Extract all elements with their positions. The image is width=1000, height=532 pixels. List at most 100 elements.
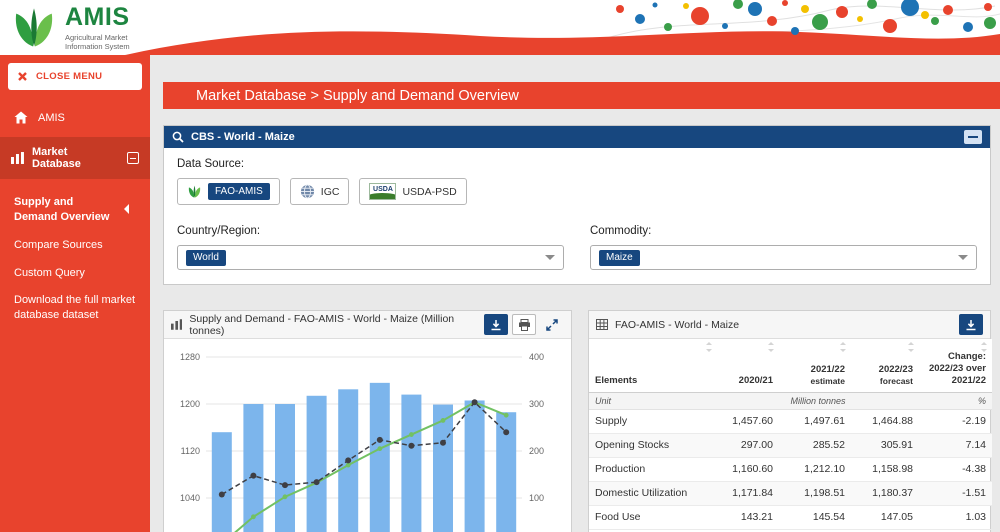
right-axis-tick: 200 [529, 446, 544, 456]
logo-subtitle-line2: Information System [65, 42, 130, 51]
source-button-fao-amis[interactable]: FAO-AMIS [177, 178, 280, 205]
table-card-buttons [959, 314, 983, 335]
expand-icon [546, 319, 558, 331]
column-header-change[interactable]: Change: 2022/23 over 2021/22 [919, 339, 992, 392]
chart-marker [377, 437, 383, 443]
chart-marker [440, 440, 446, 446]
value-cell: 1.03 [919, 505, 992, 529]
element-cell: Domestic Utilization [589, 481, 717, 505]
chart-bar [401, 395, 421, 532]
country-value-tag[interactable]: World [186, 250, 226, 266]
print-chart-button[interactable] [512, 314, 536, 335]
cbs-panel-header: CBS - World - Maize [164, 126, 990, 148]
country-field: Country/Region: World [177, 225, 564, 270]
data-source-label: Data Source: [177, 158, 977, 170]
chart-marker [503, 429, 509, 435]
column-header-2022-23[interactable]: 2022/23forecast [851, 339, 919, 392]
chart-bar [275, 404, 295, 532]
filter-fields: Country/Region: World Commodity: Maize [177, 225, 977, 270]
chart-bar [307, 396, 327, 532]
chart-bar [465, 400, 485, 532]
sort-icon [840, 342, 847, 352]
right-axis-tick: 100 [529, 493, 544, 503]
sidebar-item-custom-query[interactable]: Custom Query [14, 260, 142, 288]
table-card: FAO-AMIS - World - Maize Elem [588, 310, 991, 532]
supply-demand-overview-label: Supply and Demand Overview [14, 195, 118, 225]
top-header: AMIS Agricultural Market Information Sys… [0, 0, 1000, 55]
amis-logo: AMIS Agricultural Market Information Sys… [10, 5, 130, 52]
unit-percent: % [919, 392, 992, 409]
expand-chart-button[interactable] [540, 314, 564, 335]
source-button-igc[interactable]: IGC [290, 178, 350, 205]
chart-marker [251, 514, 256, 519]
chart-marker [345, 457, 351, 463]
table-row: Production1,160.601,212.101,158.98-4.38 [589, 457, 992, 481]
commodity-value-tag[interactable]: Maize [599, 250, 640, 266]
collapse-minus-icon[interactable] [127, 152, 139, 164]
country-label: Country/Region: [177, 225, 564, 237]
print-icon [518, 319, 531, 331]
download-chart-button[interactable] [484, 314, 508, 335]
search-icon [172, 131, 184, 143]
cbs-panel-title: CBS - World - Maize [191, 131, 295, 143]
element-cell: Supply [589, 409, 717, 433]
current-page-arrow-icon [124, 204, 129, 214]
right-axis-tick: 400 [529, 352, 544, 362]
usda-logo-swoosh [369, 193, 396, 199]
sidebar-item-compare-sources[interactable]: Compare Sources [14, 232, 142, 260]
table-card-title: FAO-AMIS - World - Maize [615, 319, 739, 331]
commodity-select[interactable]: Maize [590, 245, 977, 270]
left-axis-tick: 1040 [180, 493, 200, 503]
cbs-panel-body: Data Source: FAO-AMIS [164, 148, 990, 280]
value-cell: 1,212.10 [779, 457, 851, 481]
value-cell: 285.52 [779, 433, 851, 457]
column-header-2021-22[interactable]: 2021/22estimate [779, 339, 851, 392]
left-axis-tick: 1280 [180, 352, 200, 362]
value-cell: 1,160.60 [717, 457, 779, 481]
commodity-field: Commodity: Maize [590, 225, 977, 270]
sort-icon [768, 342, 775, 352]
commodity-label: Commodity: [590, 225, 977, 237]
igc-globe-icon [300, 184, 315, 199]
sidebar-item-market-database[interactable]: Market Database [0, 137, 150, 179]
table-header-row: Elements 2020/21 2021/22estimate 2022/23… [589, 339, 992, 392]
download-icon [965, 319, 977, 331]
sidebar-item-supply-demand-overview[interactable]: Supply and Demand Overview [14, 189, 142, 232]
element-cell: Opening Stocks [589, 433, 717, 457]
chart-marker [346, 463, 351, 468]
chart-green-line [222, 402, 506, 532]
left-axis-tick: 1120 [181, 446, 200, 456]
chart-marker [282, 482, 288, 488]
main-content: Market Database > Supply and Demand Over… [150, 55, 1000, 532]
value-cell: 145.54 [779, 505, 851, 529]
sidebar-item-amis[interactable]: AMIS [0, 98, 150, 137]
column-header-2020-21[interactable]: 2020/21 [717, 339, 779, 392]
sidebar-amis-label: AMIS [38, 112, 65, 124]
value-cell: 297.00 [717, 433, 779, 457]
download-table-button[interactable] [959, 314, 983, 335]
chart-bar [370, 383, 390, 532]
chart-marker [283, 494, 288, 499]
usda-logo-text: USDA [373, 186, 393, 193]
country-select[interactable]: World [177, 245, 564, 270]
data-table: Elements 2020/21 2021/22estimate 2022/23… [589, 339, 992, 530]
right-axis-tick: 300 [529, 399, 544, 409]
logo-subtitle: Agricultural Market Information System [65, 33, 130, 52]
logo-subtitle-line1: Agricultural Market [65, 33, 130, 42]
close-icon [17, 71, 28, 82]
chart-card-header: Supply and Demand - FAO-AMIS - World - M… [164, 311, 571, 339]
close-menu-button[interactable]: CLOSE MENU [8, 63, 142, 90]
value-cell: 1,171.84 [717, 481, 779, 505]
value-cell: 1,180.37 [851, 481, 919, 505]
column-header-elements[interactable]: Elements [589, 339, 717, 392]
usda-psd-label: USDA-PSD [402, 186, 456, 198]
source-button-usda-psd[interactable]: USDA USDA-PSD [359, 178, 466, 205]
download-dataset-label: Download the full market database datase… [14, 294, 135, 321]
sidebar-submenu: Supply and Demand Overview Compare Sourc… [0, 179, 150, 330]
panel-collapse-button[interactable] [964, 130, 982, 144]
sidebar-item-download-dataset[interactable]: Download the full market database datase… [14, 287, 140, 330]
value-cell: -2.19 [919, 409, 992, 433]
breadcrumb-text: Market Database > Supply and Demand Over… [196, 88, 519, 104]
value-cell: 1,457.60 [717, 409, 779, 433]
chart-marker [219, 491, 225, 497]
